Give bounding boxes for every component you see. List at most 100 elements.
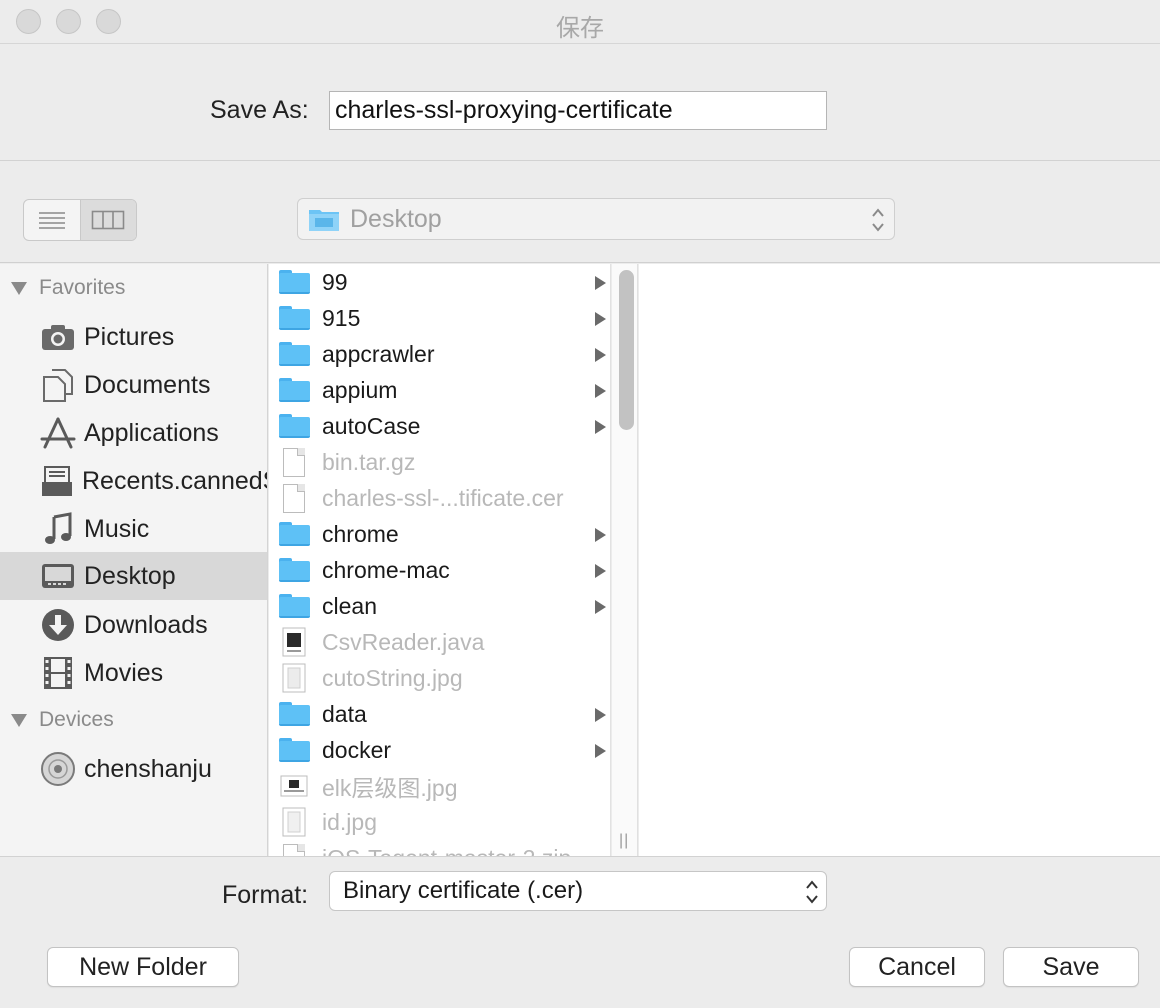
- list-item-folder[interactable]: chrome: [269, 516, 610, 552]
- save-as-field[interactable]: [329, 91, 827, 130]
- disk-icon: [40, 751, 76, 787]
- file-name: charles-ssl-...tificate.cer: [322, 484, 564, 511]
- scrollbar-thumb[interactable]: [619, 270, 634, 430]
- applications-icon: [40, 415, 76, 451]
- disclosure-triangle-icon: [11, 713, 27, 727]
- sidebar-item-label: Documents: [84, 370, 211, 399]
- disclosure-arrow-icon: [595, 708, 606, 722]
- devices-header[interactable]: Devices: [0, 700, 267, 740]
- sidebar-item-applications[interactable]: Applications: [0, 409, 267, 457]
- favorites-header-label: Favorites: [39, 276, 126, 299]
- list-item-file: id.jpg: [269, 804, 610, 840]
- window-title: 保存: [556, 14, 604, 42]
- disclosure-arrow-icon: [595, 348, 606, 362]
- format-popup[interactable]: Binary certificate (.cer): [329, 871, 827, 911]
- column-view-button[interactable]: [79, 200, 136, 240]
- file-name: elk层级图.jpg: [322, 775, 458, 801]
- list-item-folder[interactable]: data: [269, 696, 610, 732]
- disclosure-arrow-icon: [595, 312, 606, 326]
- disclosure-arrow-icon: [595, 276, 606, 290]
- title-bar: 保存: [0, 0, 1160, 44]
- sidebar-item-desktop[interactable]: Desktop: [0, 552, 267, 600]
- folder-icon: [278, 375, 310, 405]
- desktop-folder-icon: [309, 210, 339, 231]
- java-file-icon: [278, 627, 310, 657]
- list-item-file: elk层级图.jpg: [269, 768, 610, 804]
- file-name: data: [322, 700, 367, 727]
- disclosure-arrow-icon: [595, 744, 606, 758]
- sidebar-item-label: chenshanju: [84, 754, 212, 783]
- folder-icon: [278, 411, 310, 441]
- list-item-folder[interactable]: chrome-mac: [269, 552, 610, 588]
- preview-column: [639, 264, 1160, 856]
- download-icon: [40, 607, 76, 643]
- sidebar: Favorites Pictures Documents Application…: [0, 264, 268, 856]
- file-name: 915: [322, 304, 361, 331]
- save-button[interactable]: Save: [1003, 947, 1139, 987]
- image-file-icon: [278, 663, 310, 693]
- file-name: cutoString.jpg: [322, 664, 463, 691]
- camera-icon: [40, 319, 76, 355]
- folder-icon: [278, 555, 310, 585]
- button-bar: New Folder Cancel Save: [0, 926, 1160, 1008]
- sidebar-item-documents[interactable]: Documents: [0, 361, 267, 409]
- sidebar-item-recents[interactable]: Recents.cannedSearch: [0, 457, 267, 505]
- file-name: chrome-mac: [322, 556, 450, 583]
- devices-header-label: Devices: [39, 708, 114, 731]
- favorites-header[interactable]: Favorites: [0, 268, 267, 308]
- recents-icon: [40, 463, 74, 499]
- sidebar-item-label: Music: [84, 514, 150, 543]
- new-folder-button[interactable]: New Folder: [47, 947, 239, 987]
- disclosure-arrow-icon: [595, 600, 606, 614]
- file-name: clean: [322, 592, 377, 619]
- sidebar-item-pictures[interactable]: Pictures: [0, 313, 267, 361]
- folder-icon: [278, 699, 310, 729]
- column-resize-handle[interactable]: ||: [619, 832, 629, 850]
- list-item-folder[interactable]: docker: [269, 732, 610, 768]
- list-item-folder[interactable]: appcrawler: [269, 336, 610, 372]
- film-icon: [40, 655, 76, 691]
- disclosure-arrow-icon: [595, 528, 606, 542]
- sidebar-item-chenshanju[interactable]: chenshanju: [0, 745, 267, 793]
- list-item-file: charles-ssl-...tificate.cer: [269, 480, 610, 516]
- document-file-icon: [278, 483, 310, 513]
- disclosure-arrow-icon: [595, 420, 606, 434]
- sidebar-item-label: Desktop: [84, 561, 176, 590]
- desktop-icon: [40, 558, 76, 594]
- list-item-folder[interactable]: 915: [269, 300, 610, 336]
- file-name: 99: [322, 268, 348, 295]
- location-popup[interactable]: Desktop: [297, 198, 895, 240]
- list-view-button[interactable]: [24, 200, 80, 240]
- file-name: CsvReader.java: [322, 628, 485, 655]
- disclosure-arrow-icon: [595, 564, 606, 578]
- archive-file-icon: [278, 447, 310, 477]
- disclosure-triangle-icon: [11, 281, 27, 295]
- archive-file-icon: [278, 843, 310, 856]
- image-file-icon: [278, 771, 310, 801]
- documents-icon: [40, 367, 76, 403]
- location-label: Desktop: [350, 204, 442, 233]
- format-value: Binary certificate (.cer): [343, 877, 584, 904]
- sidebar-item-music[interactable]: Music: [0, 505, 267, 553]
- file-name: chrome: [322, 520, 399, 547]
- sidebar-item-label: Recents.cannedSearch: [82, 466, 267, 495]
- sidebar-item-downloads[interactable]: Downloads: [0, 601, 267, 649]
- sidebar-item-label: Movies: [84, 658, 164, 687]
- image-file-icon: [278, 807, 310, 837]
- music-note-icon: [40, 511, 76, 547]
- file-column: 99 915 appcrawler appium autoCase bin.ta…: [269, 264, 611, 856]
- file-name: appcrawler: [322, 340, 435, 367]
- sidebar-item-movies[interactable]: Movies: [0, 649, 267, 697]
- disclosure-arrow-icon: [595, 384, 606, 398]
- file-name: autoCase: [322, 412, 421, 439]
- sidebar-item-label: Applications: [84, 418, 219, 447]
- list-item-folder[interactable]: autoCase: [269, 408, 610, 444]
- list-item-folder[interactable]: appium: [269, 372, 610, 408]
- sidebar-item-label: Pictures: [84, 322, 175, 351]
- list-item-folder[interactable]: clean: [269, 588, 610, 624]
- folder-icon: [278, 735, 310, 765]
- sidebar-item-label: Downloads: [84, 610, 208, 639]
- cancel-button[interactable]: Cancel: [849, 947, 985, 987]
- list-item-folder[interactable]: 99: [269, 264, 610, 300]
- chevron-updown-icon: [806, 880, 818, 904]
